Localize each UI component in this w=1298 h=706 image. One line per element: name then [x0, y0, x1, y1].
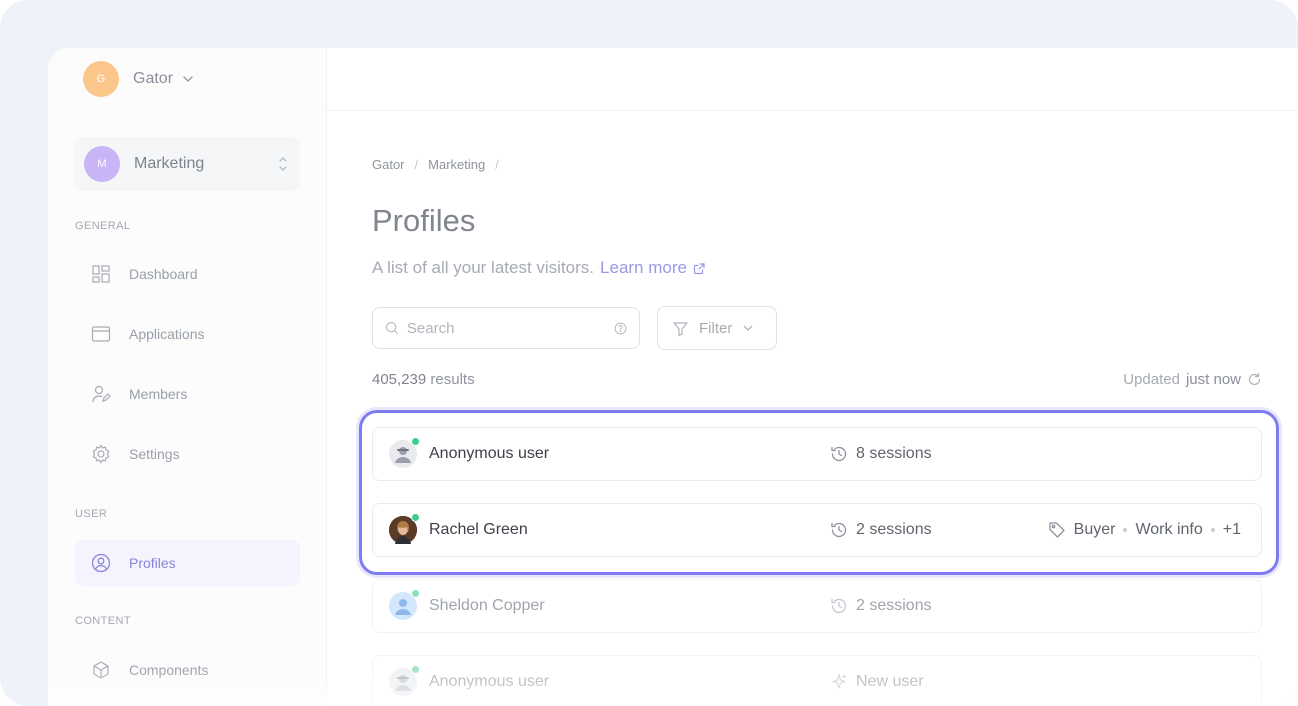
team-selector[interactable]: M Marketing	[74, 137, 300, 191]
profile-tags: Buyer Work info +1	[1048, 521, 1241, 539]
profile-name: Anonymous user	[429, 673, 550, 690]
anonymous-user-icon	[395, 447, 411, 463]
search-icon	[386, 322, 398, 334]
sidebar-item-members[interactable]: Members	[75, 371, 300, 417]
sidebar-item-label: Applications	[129, 326, 205, 342]
sheldon-avatar-icon	[395, 599, 411, 615]
search-input[interactable]	[406, 319, 606, 337]
external-link-icon	[693, 262, 705, 274]
updated-status: Updated just now	[1123, 371, 1262, 388]
section-label-user: USER	[75, 508, 108, 520]
sidebar-item-label: Members	[129, 386, 188, 402]
avatar	[389, 589, 420, 620]
sidebar-item-dashboard[interactable]: Dashboard	[75, 251, 300, 297]
breadcrumb-trailing-separator: /	[495, 157, 499, 172]
profile-name: Anonymous user	[429, 445, 550, 462]
online-indicator	[411, 437, 420, 446]
sparkle-icon	[832, 674, 846, 689]
page-subtitle: A list of all your latest visitors. Lear…	[372, 258, 706, 278]
sidebar-item-label: Components	[129, 662, 209, 678]
history-icon	[831, 598, 847, 614]
filter-button[interactable]: Filter	[657, 306, 777, 350]
breadcrumb: Gator / Marketing /	[372, 157, 499, 172]
chevron-down-icon	[744, 325, 753, 331]
tag-buyer[interactable]: Buyer	[1074, 521, 1116, 539]
sidebar-item-label: Settings	[129, 446, 180, 462]
breadcrumb-item-gator[interactable]: Gator	[372, 157, 405, 172]
tag-more[interactable]: +1	[1223, 521, 1241, 539]
session-count: 2 sessions	[830, 521, 932, 539]
profile-name: Rachel Green	[429, 521, 528, 538]
tag-icon	[1049, 522, 1065, 538]
history-icon	[831, 522, 847, 538]
workspace-switcher[interactable]: G Gator	[83, 61, 195, 97]
user-edit-icon	[91, 384, 111, 404]
online-indicator	[411, 513, 420, 522]
tag-work-info[interactable]: Work info	[1135, 521, 1202, 539]
profile-row[interactable]: Sheldon Copper 2 sessions	[372, 579, 1262, 633]
cube-icon	[91, 660, 111, 680]
filter-label: Filter	[699, 319, 733, 337]
main-content: Gator / Marketing / Profiles A list of a…	[372, 0, 1298, 706]
updated-value: just now	[1185, 371, 1241, 388]
breadcrumb-item-marketing[interactable]: Marketing	[428, 157, 485, 172]
chevron-down-icon	[183, 76, 194, 82]
session-count: 8 sessions	[830, 445, 932, 463]
window-icon	[91, 324, 111, 344]
profile-row[interactable]: Anonymous user New user	[372, 655, 1262, 706]
sidebar-item-profiles[interactable]: Profiles	[75, 540, 300, 586]
sidebar-item-components[interactable]: Components	[75, 647, 300, 693]
page-subtitle-text: A list of all your latest visitors.	[372, 258, 595, 277]
avatar	[389, 437, 420, 468]
profile-name: Sheldon Copper	[429, 597, 545, 614]
chevron-updown-icon	[279, 157, 287, 171]
results-suffix: results	[430, 371, 475, 388]
profile-row[interactable]: Rachel Green 2 sessions Buyer Work info …	[372, 503, 1262, 557]
dashboard-icon	[91, 264, 111, 284]
filter-icon	[673, 321, 688, 336]
learn-more-link[interactable]: Learn more	[600, 258, 687, 278]
sidebar-item-applications[interactable]: Applications	[75, 311, 300, 357]
gear-icon	[91, 444, 111, 464]
sidebar-item-settings[interactable]: Settings	[75, 431, 300, 477]
window-frame: G Gator M Marketing GENERAL Dashboard Ap…	[0, 0, 1298, 706]
results-count: 405,239 results	[372, 371, 475, 388]
workspace-name: Gator	[133, 70, 174, 87]
page-title: Profiles	[372, 203, 476, 238]
profile-row[interactable]: Anonymous user 8 sessions	[372, 427, 1262, 481]
session-count: 2 sessions	[830, 597, 932, 615]
section-label-general: GENERAL	[75, 220, 131, 232]
refresh-icon[interactable]	[1247, 372, 1262, 387]
user-circle-icon	[91, 553, 111, 573]
avatar	[389, 665, 420, 696]
avatar	[389, 513, 420, 544]
help-icon[interactable]	[614, 320, 627, 337]
team-name: Marketing	[134, 155, 205, 172]
results-number: 405,239	[372, 371, 427, 388]
workspace-avatar: G	[83, 61, 119, 97]
history-icon	[831, 446, 847, 462]
team-avatar: M	[84, 146, 120, 182]
online-indicator	[411, 665, 420, 674]
section-label-content: CONTENT	[75, 615, 131, 627]
updated-prefix: Updated	[1123, 371, 1180, 388]
anonymous-user-icon	[395, 675, 411, 691]
search-box[interactable]	[372, 307, 640, 349]
session-count: New user	[830, 673, 924, 691]
sidebar-item-label: Profiles	[129, 555, 176, 571]
online-indicator	[411, 589, 420, 598]
sidebar-item-label: Dashboard	[129, 266, 198, 282]
sidebar: G Gator M Marketing GENERAL Dashboard Ap…	[48, 48, 327, 706]
